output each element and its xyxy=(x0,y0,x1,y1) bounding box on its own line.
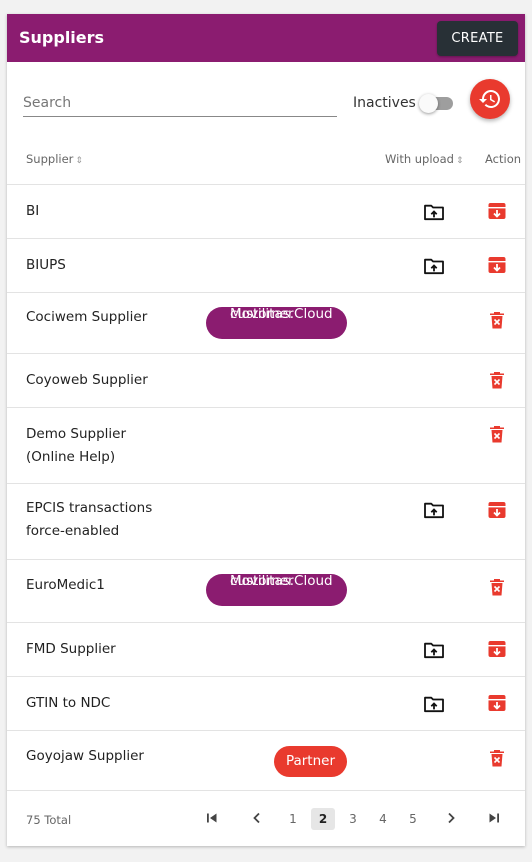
create-button[interactable]: CREATE xyxy=(437,21,518,56)
supplier-name: Goyojaw Supplier xyxy=(26,748,144,764)
supplier-name: Demo Supplier (Online Help) xyxy=(26,426,127,465)
supplier-name: BIUPS xyxy=(26,257,66,273)
search-input[interactable]: Search xyxy=(23,90,337,117)
column-header-supplier[interactable]: Supplier ⇕ xyxy=(26,152,83,166)
page-title: Suppliers xyxy=(19,28,105,47)
archive-icon[interactable] xyxy=(487,639,507,659)
partner-chip: Partner xyxy=(274,746,347,777)
table-row[interactable]: EuroMedic1 Movilitas.Cloud customer xyxy=(7,559,525,622)
folder-upload-icon xyxy=(424,502,444,519)
table-row[interactable]: GTIN to NDC xyxy=(7,676,525,730)
total-count: 75 Total xyxy=(26,813,72,827)
delete-icon[interactable] xyxy=(487,370,507,390)
table-row[interactable]: FMD Supplier xyxy=(7,622,525,676)
delete-icon[interactable] xyxy=(487,310,507,330)
page-3-button[interactable]: 3 xyxy=(343,808,363,830)
customer-chip-label: Movilitas.Cloud customer xyxy=(230,306,333,322)
customer-chip-label: Movilitas.Cloud customer xyxy=(230,573,333,589)
column-supplier-label: Supplier xyxy=(26,152,74,166)
folder-upload-icon xyxy=(424,642,444,659)
column-header-action: Action xyxy=(485,152,521,166)
customer-chip: Movilitas.Cloud customer xyxy=(206,573,347,606)
archive-icon[interactable] xyxy=(487,500,507,520)
toggle-thumb xyxy=(419,94,438,113)
next-page-icon[interactable] xyxy=(442,809,460,827)
search-placeholder: Search xyxy=(23,95,72,111)
column-header-with-upload[interactable]: With upload ⇕ xyxy=(385,152,463,166)
sort-icon: ⇕ xyxy=(75,156,83,166)
previous-page-icon[interactable] xyxy=(248,809,266,827)
folder-upload-icon xyxy=(424,258,444,275)
delete-icon[interactable] xyxy=(487,748,507,768)
page-5-button[interactable]: 5 xyxy=(403,808,423,830)
table-row[interactable]: Demo Supplier (Online Help) xyxy=(7,407,525,483)
supplier-name: Cociwem Supplier xyxy=(26,309,148,325)
table-row[interactable]: EPCIS transactions force-enabled xyxy=(7,483,525,559)
supplier-table-body: BI BIUPS Cociwem Supplier Movilitas.Clou… xyxy=(7,184,525,793)
first-page-icon[interactable] xyxy=(203,809,221,827)
table-row[interactable]: BI xyxy=(7,184,525,238)
inactives-toggle[interactable] xyxy=(419,94,455,113)
history-button[interactable] xyxy=(470,79,510,119)
history-icon xyxy=(479,90,500,108)
archive-icon[interactable] xyxy=(487,693,507,713)
inactives-label: Inactives xyxy=(353,95,416,111)
header-bar: Suppliers CREATE xyxy=(7,14,525,62)
supplier-name: EPCIS transactions force-enabled xyxy=(26,500,153,539)
suppliers-card: Suppliers CREATE Search Inactives Suppli… xyxy=(7,14,525,846)
supplier-name: EuroMedic1 xyxy=(26,577,105,593)
sort-icon: ⇕ xyxy=(455,156,464,166)
folder-upload-icon xyxy=(424,696,444,713)
column-action-label: Action xyxy=(485,152,522,166)
folder-upload-icon xyxy=(424,204,444,221)
page-4-button[interactable]: 4 xyxy=(373,808,393,830)
table-row[interactable]: Cociwem Supplier Movilitas.Cloud customer xyxy=(7,292,525,353)
supplier-name: FMD Supplier xyxy=(26,641,116,657)
supplier-name: Coyoweb Supplier xyxy=(26,372,148,388)
column-with-upload-label: With upload xyxy=(385,152,454,166)
page-1-button[interactable]: 1 xyxy=(283,808,303,830)
table-row[interactable]: Coyoweb Supplier xyxy=(7,353,525,407)
supplier-name: BI xyxy=(26,203,40,219)
table-row[interactable]: Goyojaw Supplier Partner xyxy=(7,730,525,793)
customer-chip: Movilitas.Cloud customer xyxy=(206,306,347,339)
table-row[interactable]: BIUPS xyxy=(7,238,525,292)
last-page-icon[interactable] xyxy=(485,809,503,827)
archive-icon[interactable] xyxy=(487,201,507,221)
supplier-name: GTIN to NDC xyxy=(26,695,111,711)
delete-icon[interactable] xyxy=(487,577,507,597)
delete-icon[interactable] xyxy=(487,424,507,444)
pagination-bar: 75 Total 1 2 3 4 5 xyxy=(7,790,525,847)
page-2-button[interactable]: 2 xyxy=(311,808,335,830)
archive-icon[interactable] xyxy=(487,255,507,275)
